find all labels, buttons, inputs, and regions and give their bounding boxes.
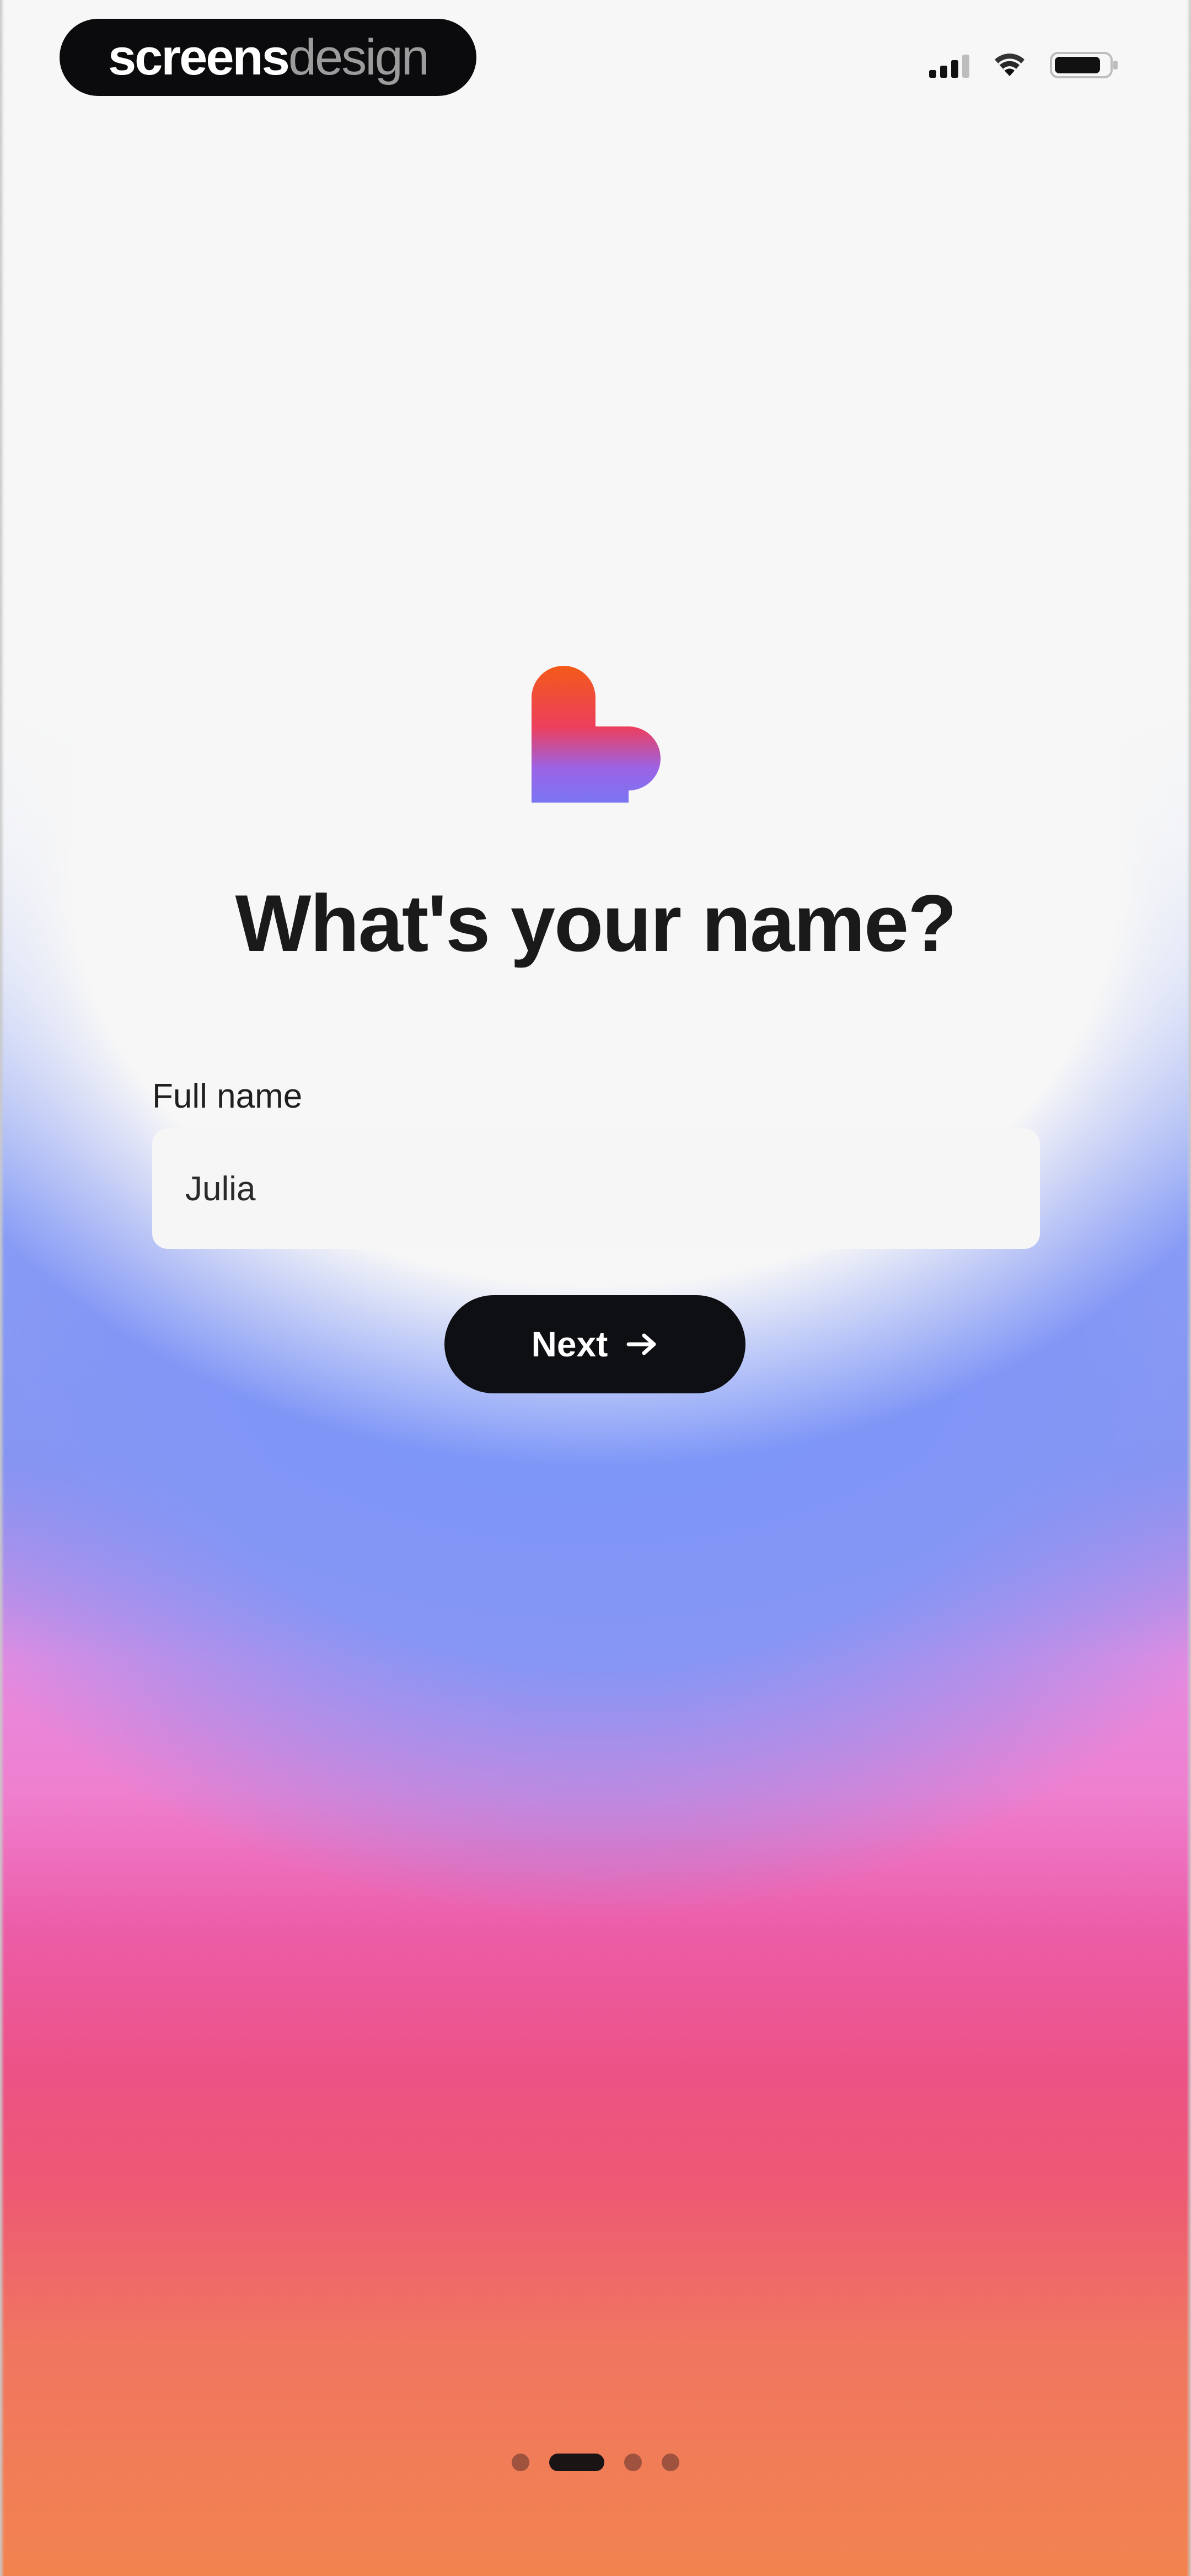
gradient-background: [0, 0, 1191, 2576]
wifi-icon: [994, 53, 1026, 77]
page-dot-active[interactable]: [549, 2454, 604, 2471]
page-dot[interactable]: [662, 2454, 679, 2471]
device-frame-edge: [1187, 0, 1191, 2576]
device-frame-edge: [0, 0, 4, 2576]
status-bar: [929, 51, 1119, 79]
page-title: What's your name?: [235, 878, 957, 968]
next-button-label: Next: [531, 1324, 608, 1364]
arrow-right-icon: [626, 1332, 658, 1356]
page-indicator: [0, 2454, 1191, 2471]
full-name-input[interactable]: [152, 1129, 1040, 1249]
brand-watermark: screens design: [60, 19, 476, 96]
signal-icon: [929, 52, 969, 78]
next-button[interactable]: Next: [444, 1295, 745, 1393]
brand-part-2: design: [288, 29, 430, 85]
page-dot[interactable]: [512, 2454, 529, 2471]
full-name-label: Full name: [152, 1077, 303, 1115]
page-dot[interactable]: [624, 2454, 642, 2471]
battery-icon: [1050, 51, 1119, 79]
onboarding-screen: screens design What's your name? Full na…: [0, 0, 1191, 2576]
heart-logo-icon: [529, 665, 662, 803]
brand-part-1: screens: [108, 29, 290, 85]
